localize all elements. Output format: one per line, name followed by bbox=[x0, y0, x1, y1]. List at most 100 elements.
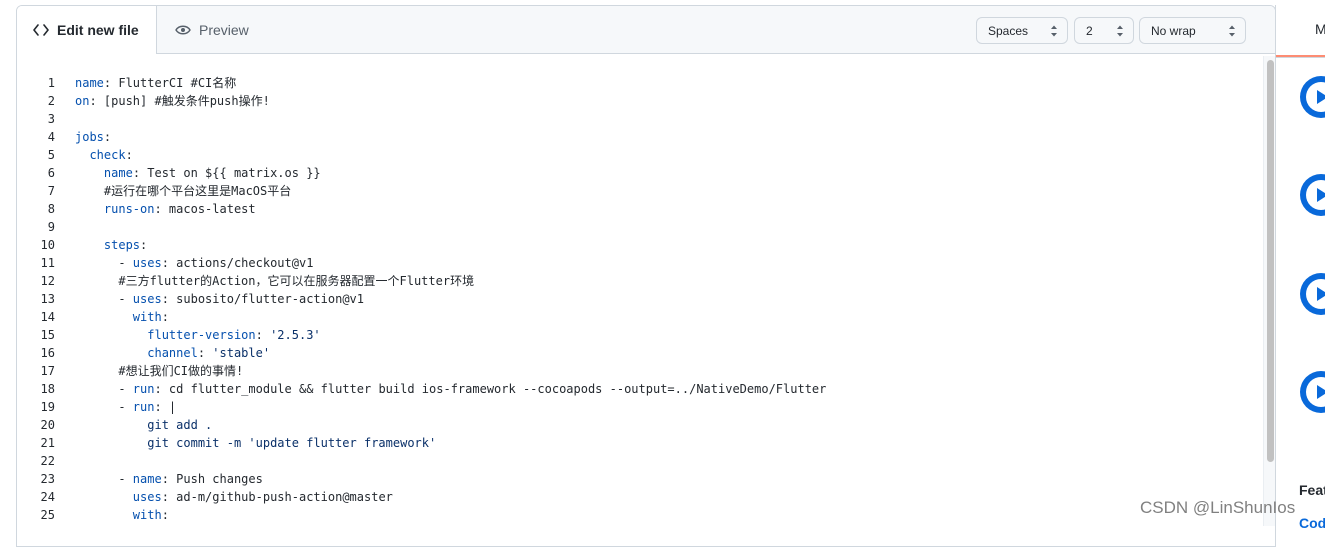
line-number: 3 bbox=[47, 112, 55, 126]
play-icon[interactable] bbox=[1300, 273, 1325, 315]
yaml-key: uses bbox=[132, 292, 162, 306]
yaml-key: run bbox=[132, 382, 155, 396]
code-text: : FlutterCI #CI名称 bbox=[103, 76, 237, 90]
code-line[interactable]: 22 bbox=[17, 452, 1257, 470]
line-text: git add . bbox=[75, 416, 212, 434]
code-text: : cd flutter_module && flutter build ios… bbox=[154, 382, 827, 396]
code-line[interactable]: 6 name: Test on ${{ matrix.os }} bbox=[17, 164, 1257, 182]
right-sidebar: M Feat Cod bbox=[1275, 5, 1325, 531]
code-text: : ad-m/github-push-action@master bbox=[161, 490, 393, 504]
code-text: #运行在哪个平台这里是MacOS平台 bbox=[75, 184, 292, 198]
play-icon[interactable] bbox=[1300, 371, 1325, 413]
line-text: jobs: bbox=[75, 128, 111, 146]
code-line[interactable]: 21 git commit -m 'update flutter framewo… bbox=[17, 434, 1257, 452]
line-text: runs-on: macos-latest bbox=[75, 200, 256, 218]
code-text: : bbox=[161, 508, 169, 522]
code-text: : Push changes bbox=[161, 472, 263, 486]
editor-toolbar: Edit new file Preview Spaces 2 No wrap bbox=[17, 6, 1275, 54]
code-line[interactable]: 9 bbox=[17, 218, 1257, 236]
line-text: steps: bbox=[75, 236, 147, 254]
code-line[interactable]: 19 - run: | bbox=[17, 398, 1257, 416]
code-text: - bbox=[75, 400, 133, 414]
line-number: 25 bbox=[40, 508, 55, 522]
tab-preview-label: Preview bbox=[199, 22, 249, 38]
tab-edit-label: Edit new file bbox=[57, 22, 139, 38]
line-text: channel: 'stable' bbox=[75, 344, 270, 362]
play-icon[interactable] bbox=[1300, 76, 1325, 118]
line-number: 23 bbox=[40, 472, 55, 486]
code-line[interactable]: 1 name: FlutterCI #CI名称 bbox=[17, 74, 1257, 92]
line-number: 1 bbox=[47, 76, 55, 90]
indent-size-select[interactable]: 2 bbox=[1074, 17, 1134, 44]
file-editor: Edit new file Preview Spaces 2 No wrap 1… bbox=[16, 5, 1276, 547]
code-line[interactable]: 3 bbox=[17, 110, 1257, 128]
line-number: 11 bbox=[40, 256, 55, 270]
yaml-key: on bbox=[75, 94, 90, 108]
line-text: - name: Push changes bbox=[75, 470, 263, 488]
line-number: 6 bbox=[47, 166, 55, 180]
yaml-string: git commit -m 'update flutter framework' bbox=[75, 436, 437, 450]
code-text: : bbox=[140, 238, 148, 252]
code-line[interactable]: 10 steps: bbox=[17, 236, 1257, 254]
code-line[interactable]: 8 runs-on: macos-latest bbox=[17, 200, 1257, 218]
code-line[interactable]: 24 uses: ad-m/github-push-action@master bbox=[17, 488, 1257, 506]
line-text: with: bbox=[75, 506, 169, 524]
line-text: - run: | bbox=[75, 398, 176, 416]
sidebar-link[interactable]: Cod bbox=[1299, 515, 1325, 531]
line-text: - uses: actions/checkout@v1 bbox=[75, 254, 313, 272]
tab-edit-new-file[interactable]: Edit new file bbox=[17, 6, 157, 54]
line-number: 10 bbox=[40, 238, 55, 252]
yaml-key: check bbox=[89, 148, 126, 162]
code-line[interactable]: 5 check: bbox=[17, 146, 1257, 164]
line-number: 21 bbox=[40, 436, 55, 450]
code-text: : bbox=[255, 328, 271, 342]
code-line[interactable]: 23 - name: Push changes bbox=[17, 470, 1257, 488]
line-text: on: [push] #触发条件push操作! bbox=[75, 92, 270, 110]
yaml-key: flutter-version bbox=[147, 328, 256, 342]
line-number: 22 bbox=[40, 454, 55, 468]
tab-preview[interactable]: Preview bbox=[159, 6, 265, 54]
code-line[interactable]: 14 with: bbox=[17, 308, 1257, 326]
yaml-string: git add . bbox=[75, 418, 213, 432]
code-line[interactable]: 16 channel: 'stable' bbox=[17, 344, 1257, 362]
code-line[interactable]: 12 #三方flutter的Action，它可以在服务器配置一个Flutter环… bbox=[17, 272, 1257, 290]
line-text: - run: cd flutter_module && flutter buil… bbox=[75, 380, 826, 398]
line-text: with: bbox=[75, 308, 169, 326]
code-text: - bbox=[75, 382, 133, 396]
yaml-key: with bbox=[132, 508, 162, 522]
indent-mode-select[interactable]: Spaces bbox=[976, 17, 1068, 44]
code-line[interactable]: 4 jobs: bbox=[17, 128, 1257, 146]
code-line[interactable]: 11 - uses: actions/checkout@v1 bbox=[17, 254, 1257, 272]
code-line[interactable]: 2 on: [push] #触发条件push操作! bbox=[17, 92, 1257, 110]
select-arrows-icon bbox=[1228, 24, 1236, 41]
code-text: : subosito/flutter-action@v1 bbox=[161, 292, 364, 306]
yaml-key: with bbox=[132, 310, 162, 324]
code-line[interactable]: 18 - run: cd flutter_module && flutter b… bbox=[17, 380, 1257, 398]
code-text: - bbox=[75, 472, 133, 486]
line-number: 18 bbox=[40, 382, 55, 396]
play-icon[interactable] bbox=[1300, 174, 1325, 216]
yaml-key: uses bbox=[132, 490, 162, 504]
code-line[interactable]: 25 with: bbox=[17, 506, 1257, 524]
line-number: 19 bbox=[40, 400, 55, 414]
code-line[interactable]: 7 #运行在哪个平台这里是MacOS平台 bbox=[17, 182, 1257, 200]
sidebar-tab[interactable]: M bbox=[1315, 21, 1325, 37]
code-line[interactable]: 20 git add . bbox=[17, 416, 1257, 434]
scrollbar-thumb[interactable] bbox=[1267, 60, 1274, 462]
line-text: #三方flutter的Action，它可以在服务器配置一个Flutter环境 bbox=[75, 272, 474, 290]
code-text: #三方flutter的Action，它可以在服务器配置一个Flutter环境 bbox=[75, 274, 475, 288]
code-line[interactable]: 13 - uses: subosito/flutter-action@v1 bbox=[17, 290, 1257, 308]
wrap-mode-select[interactable]: No wrap bbox=[1139, 17, 1246, 44]
select-arrows-icon bbox=[1116, 24, 1124, 41]
code-editor[interactable]: 1 name: FlutterCI #CI名称 2 on: [push] #触发条件p… bbox=[17, 68, 1257, 528]
code-line[interactable]: 17 #想让我们CI做的事情! bbox=[17, 362, 1257, 380]
yaml-string: '2.5.3' bbox=[270, 328, 321, 342]
code-line[interactable]: 15 flutter-version: '2.5.3' bbox=[17, 326, 1257, 344]
line-text: uses: ad-m/github-push-action@master bbox=[75, 488, 393, 506]
line-number: 16 bbox=[40, 346, 55, 360]
